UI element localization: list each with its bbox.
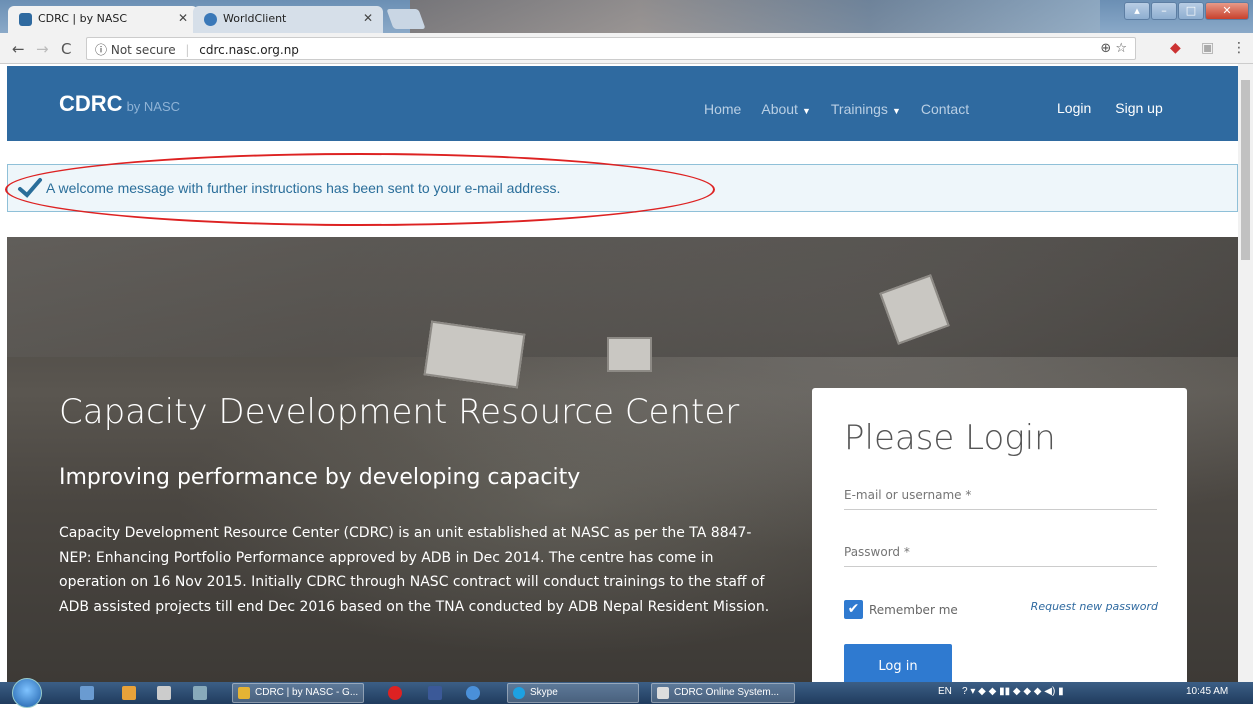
login-card: Please Login ✔ Remember me Request new p… bbox=[812, 388, 1187, 688]
auth-nav: Login Sign up bbox=[1057, 100, 1163, 116]
nav-trainings[interactable]: Trainings ▼ bbox=[831, 101, 901, 117]
request-password-link[interactable]: Request new password bbox=[1031, 600, 1158, 613]
info-icon[interactable]: ⓘ bbox=[95, 43, 107, 57]
tab-worldclient[interactable]: WorldClient ✕ bbox=[193, 6, 383, 33]
maximize-icon[interactable]: □ bbox=[1178, 2, 1204, 20]
username-input[interactable] bbox=[844, 480, 1157, 510]
app-icon-2[interactable] bbox=[193, 686, 207, 700]
browser-tab-bar: CDRC | by NASC ✕ WorldClient ✕ ▴ – □ ✕ bbox=[0, 0, 1253, 33]
nav-home[interactable]: Home bbox=[704, 101, 741, 117]
url-field[interactable]: ⓘ Not secure | cdrc.nasc.org.np ⊕ ☆ bbox=[86, 37, 1136, 60]
password-input[interactable] bbox=[844, 537, 1157, 567]
skype-icon bbox=[513, 687, 525, 699]
task-label: CDRC | by NASC - G... bbox=[255, 687, 359, 698]
taskbar-task-chrome[interactable]: CDRC | by NASC - G... bbox=[232, 683, 364, 703]
login-heading: Please Login bbox=[844, 418, 1056, 458]
taskbar-task-skype[interactable]: Skype bbox=[507, 683, 639, 703]
app-icon[interactable] bbox=[157, 686, 171, 700]
cdrc-favicon-icon bbox=[19, 13, 32, 26]
new-tab-button[interactable] bbox=[386, 9, 426, 29]
nav-about[interactable]: About ▼ bbox=[761, 101, 811, 117]
forward-icon[interactable]: → bbox=[36, 40, 49, 58]
tab-label: WorldClient bbox=[223, 12, 287, 25]
tab-label: CDRC | by NASC bbox=[38, 12, 128, 25]
facebook-icon[interactable] bbox=[428, 686, 442, 700]
windows-taskbar: CDRC | by NASC - G... Skype CDRC Online … bbox=[0, 678, 1253, 708]
media-player-icon[interactable] bbox=[122, 686, 136, 700]
main-nav: Home About ▼ Trainings ▼ Contact bbox=[704, 101, 969, 117]
caret-down-icon: ▼ bbox=[801, 106, 811, 116]
browser-icon[interactable] bbox=[466, 686, 480, 700]
opera-icon[interactable] bbox=[388, 686, 402, 700]
nav-contact[interactable]: Contact bbox=[921, 101, 969, 117]
task-label: CDRC Online System... bbox=[674, 687, 780, 698]
brand-suffix: by NASC bbox=[126, 99, 181, 114]
taskbar-task-outlook[interactable]: CDRC Online System... bbox=[651, 683, 795, 703]
login-link[interactable]: Login bbox=[1057, 100, 1091, 116]
scrollbar-thumb[interactable] bbox=[1241, 80, 1250, 260]
page-scrollbar[interactable] bbox=[1238, 64, 1253, 682]
projector-image bbox=[423, 320, 526, 389]
url-separator: | bbox=[185, 43, 190, 57]
remember-me[interactable]: ✔ Remember me bbox=[844, 600, 958, 619]
zoom-icon[interactable]: ⊕ ☆ bbox=[1100, 41, 1127, 56]
brand-name: CDRC bbox=[59, 91, 123, 116]
url-text: cdrc.nasc.org.np bbox=[199, 43, 299, 57]
reload-icon[interactable]: C bbox=[61, 40, 71, 58]
chrome-icon bbox=[238, 687, 250, 699]
minimize-icon[interactable]: – bbox=[1151, 2, 1177, 20]
security-label: Not secure bbox=[110, 43, 176, 57]
signup-link[interactable]: Sign up bbox=[1115, 100, 1162, 116]
globe-icon bbox=[204, 13, 217, 26]
system-tray-icons[interactable]: ? ▾ ◆ ◆ ▮▮ ◆ ◆ ◆ ◀) ▮ bbox=[962, 686, 1064, 697]
window-controls: ▴ – □ ✕ bbox=[1124, 2, 1249, 20]
clock[interactable]: 10:45 AM bbox=[1186, 686, 1228, 697]
tab-cdrc[interactable]: CDRC | by NASC ✕ bbox=[8, 6, 198, 33]
close-tab-icon[interactable]: ✕ bbox=[363, 11, 373, 25]
extension-icon[interactable]: ◆ bbox=[1170, 40, 1181, 56]
mail-icon bbox=[657, 687, 669, 699]
annotation-circle bbox=[5, 153, 715, 226]
caret-down-icon: ▼ bbox=[891, 106, 901, 116]
projector-image-3 bbox=[607, 337, 652, 372]
hero-title: Capacity Development Resource Center bbox=[59, 392, 740, 432]
close-tab-icon[interactable]: ✕ bbox=[178, 11, 188, 25]
language-indicator[interactable]: EN bbox=[938, 686, 952, 697]
remember-label: Remember me bbox=[869, 602, 958, 617]
hero-description: Capacity Development Resource Center (CD… bbox=[59, 525, 770, 615]
nav-trainings-label: Trainings bbox=[830, 101, 888, 117]
restore-icon[interactable]: ▴ bbox=[1124, 2, 1150, 20]
extension-icon-2[interactable]: ▣ bbox=[1201, 40, 1214, 56]
site-header: CDRC by NASC Home About ▼ Trainings ▼ Conta… bbox=[7, 66, 1238, 141]
nav-about-label: About bbox=[761, 101, 798, 117]
menu-icon[interactable]: ⋮ bbox=[1232, 40, 1246, 56]
checkbox-checked-icon[interactable]: ✔ bbox=[844, 600, 863, 619]
back-icon[interactable]: ← bbox=[12, 40, 25, 58]
address-bar-row: ← → C ⓘ Not secure | cdrc.nasc.org.np ⊕ … bbox=[0, 33, 1253, 64]
hero-subtitle: Improving performance by developing capa… bbox=[59, 465, 581, 490]
desktop-background-strip bbox=[410, 0, 1100, 33]
close-window-icon[interactable]: ✕ bbox=[1205, 2, 1249, 20]
explorer-icon[interactable] bbox=[80, 686, 94, 700]
task-label: Skype bbox=[530, 687, 558, 698]
site-logo[interactable]: CDRC by NASC bbox=[59, 91, 180, 117]
